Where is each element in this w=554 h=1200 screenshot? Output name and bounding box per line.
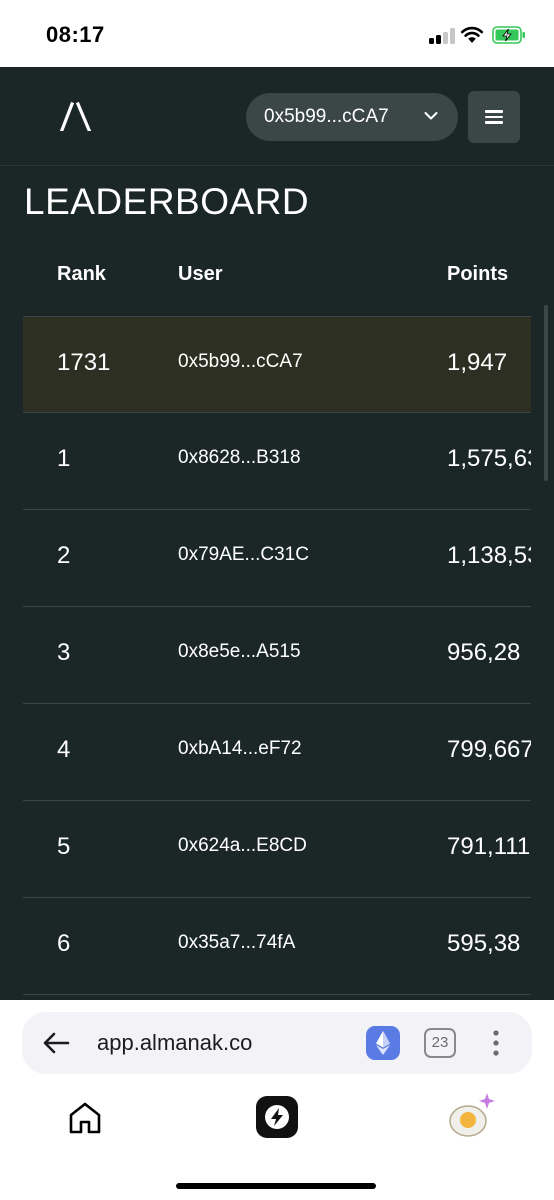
points-cell: 1,138,53	[447, 542, 531, 569]
table-row: 6 0x35a7...74fA 595,38	[23, 898, 531, 995]
almanak-logo-icon[interactable]	[60, 101, 94, 131]
more-icon[interactable]	[492, 1029, 500, 1057]
home-icon[interactable]	[67, 1100, 103, 1136]
rank-cell: 5	[57, 833, 71, 860]
table-row: 5 0x624a...E8CD 791,111	[23, 801, 531, 898]
column-header-user: User	[178, 263, 223, 285]
tabs-icon[interactable]: 23	[424, 1028, 456, 1058]
user-cell: 0x5b99...cCA7	[178, 351, 303, 372]
chevron-down-icon	[424, 112, 438, 120]
status-time: 08:17	[46, 22, 105, 47]
user-cell: 0x8628...B318	[178, 447, 301, 468]
points-cell: 595,38	[447, 930, 521, 957]
wifi-icon	[460, 26, 484, 43]
points-cell: 791,111	[447, 833, 531, 860]
user-cell: 0x79AE...C31C	[178, 544, 309, 565]
table-row: 2 0x79AE...C31C 1,138,53	[23, 510, 531, 607]
points-cell: 1,575,63	[447, 445, 531, 472]
horizontal-scrollbar[interactable]	[544, 305, 548, 481]
app-screen: 0x5b99...cCA7 LEADERBOARD Rank User Poin…	[0, 67, 554, 1000]
browser-toolbar: app.almanak.co 23	[0, 1000, 554, 1200]
egg-icon[interactable]	[447, 1090, 497, 1140]
wallet-address-button[interactable]: 0x5b99...cCA7	[246, 93, 458, 141]
rank-cell: 1	[57, 445, 71, 472]
leaderboard-table: 1731 0x5b99...cCA7 1,947 1 0x8628...B318…	[23, 316, 531, 1000]
user-cell: 0x624a...E8CD	[178, 835, 307, 856]
page-title: LEADERBOARD	[24, 181, 310, 222]
bolt-icon[interactable]	[256, 1096, 298, 1138]
user-cell: 0x35a7...74fA	[178, 932, 296, 953]
app-header: 0x5b99...cCA7	[0, 67, 554, 166]
home-indicator	[176, 1183, 376, 1189]
menu-button[interactable]	[468, 91, 520, 143]
wallet-address-label: 0x5b99...cCA7	[264, 106, 389, 127]
bottom-navigation	[0, 1090, 554, 1150]
column-header-rank: Rank	[57, 263, 106, 285]
table-row: 4 0xbA14...eF72 799,667	[23, 704, 531, 801]
column-header-points: Points	[447, 263, 509, 285]
user-cell: 0xbA14...eF72	[178, 738, 302, 759]
address-bar[interactable]: app.almanak.co 23	[22, 1012, 532, 1074]
table-row: 1 0x8628...B318 1,575,63	[23, 413, 531, 510]
rank-cell: 2	[57, 542, 71, 569]
signal-icon	[429, 28, 455, 44]
points-cell: 799,667	[447, 736, 531, 763]
points-cell: 956,28	[447, 639, 521, 666]
table-row: 3 0x8e5e...A515 956,28	[23, 607, 531, 704]
back-arrow-icon[interactable]	[42, 1031, 70, 1055]
rank-cell: 4	[57, 736, 71, 763]
points-cell: 1,947	[447, 349, 508, 376]
ethereum-icon[interactable]	[366, 1026, 400, 1060]
url-text[interactable]: app.almanak.co	[97, 1030, 252, 1056]
rank-cell: 6	[57, 930, 71, 957]
battery-charging-icon	[492, 26, 525, 44]
user-cell: 0x8e5e...A515	[178, 641, 301, 662]
rank-cell: 3	[57, 639, 71, 666]
status-bar: 08:17	[0, 0, 554, 67]
menu-icon	[485, 110, 503, 113]
rank-cell: 1731	[57, 349, 111, 376]
table-row-current-user: 1731 0x5b99...cCA7 1,947	[23, 316, 531, 413]
